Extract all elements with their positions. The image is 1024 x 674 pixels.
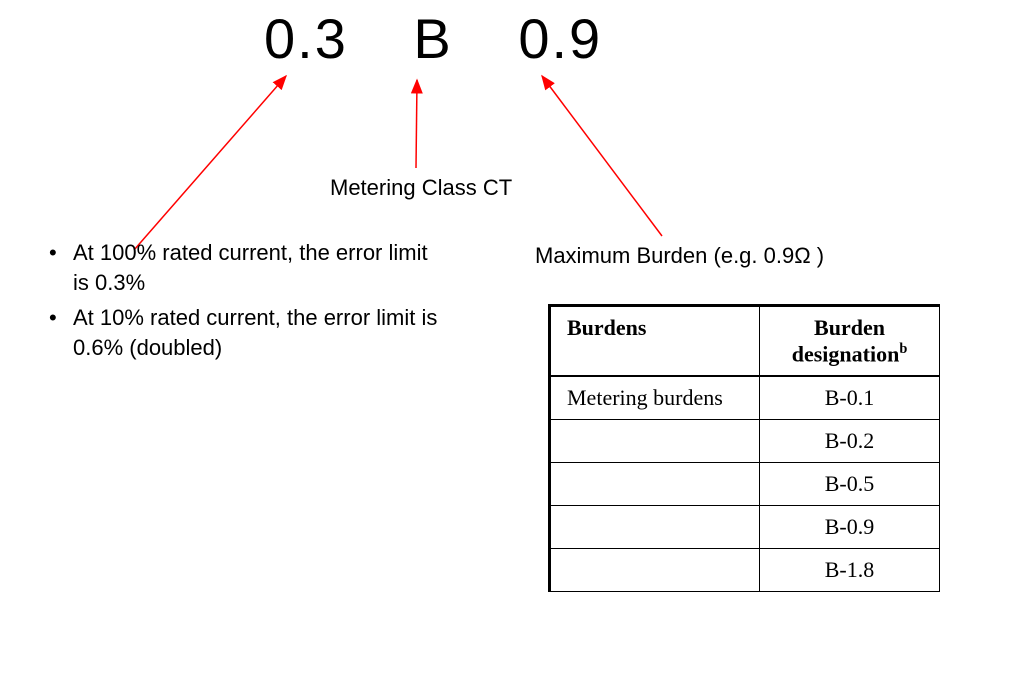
table-header-burdens: Burdens: [550, 306, 760, 377]
designation-code: 0.3 B 0.9: [240, 6, 626, 71]
burden-table: Burdens Burden designationb Metering bur…: [548, 304, 940, 592]
bullet-item: At 100% rated current, the error limit i…: [45, 238, 445, 297]
bullet-item: At 10% rated current, the error limit is…: [45, 303, 445, 362]
arrow-to-class: [416, 80, 417, 168]
arrow-to-burden: [542, 76, 662, 236]
accuracy-bullets: At 100% rated current, the error limit i…: [45, 238, 445, 369]
table-row: B-0.5: [550, 463, 940, 506]
max-burden-label: Maximum Burden (e.g. 0.9Ω ): [535, 243, 824, 269]
class-letter: B: [413, 7, 452, 70]
table-row: B-0.9: [550, 506, 940, 549]
table-row: B-1.8: [550, 549, 940, 592]
accuracy-value: 0.3: [264, 7, 348, 70]
table-row: B-0.2: [550, 420, 940, 463]
arrow-to-accuracy: [134, 76, 286, 250]
table-row: Metering burdens B-0.1: [550, 376, 940, 420]
burden-value: 0.9: [518, 7, 602, 70]
table-header-designation: Burden designationb: [760, 306, 940, 377]
metering-class-label: Metering Class CT: [330, 175, 512, 201]
